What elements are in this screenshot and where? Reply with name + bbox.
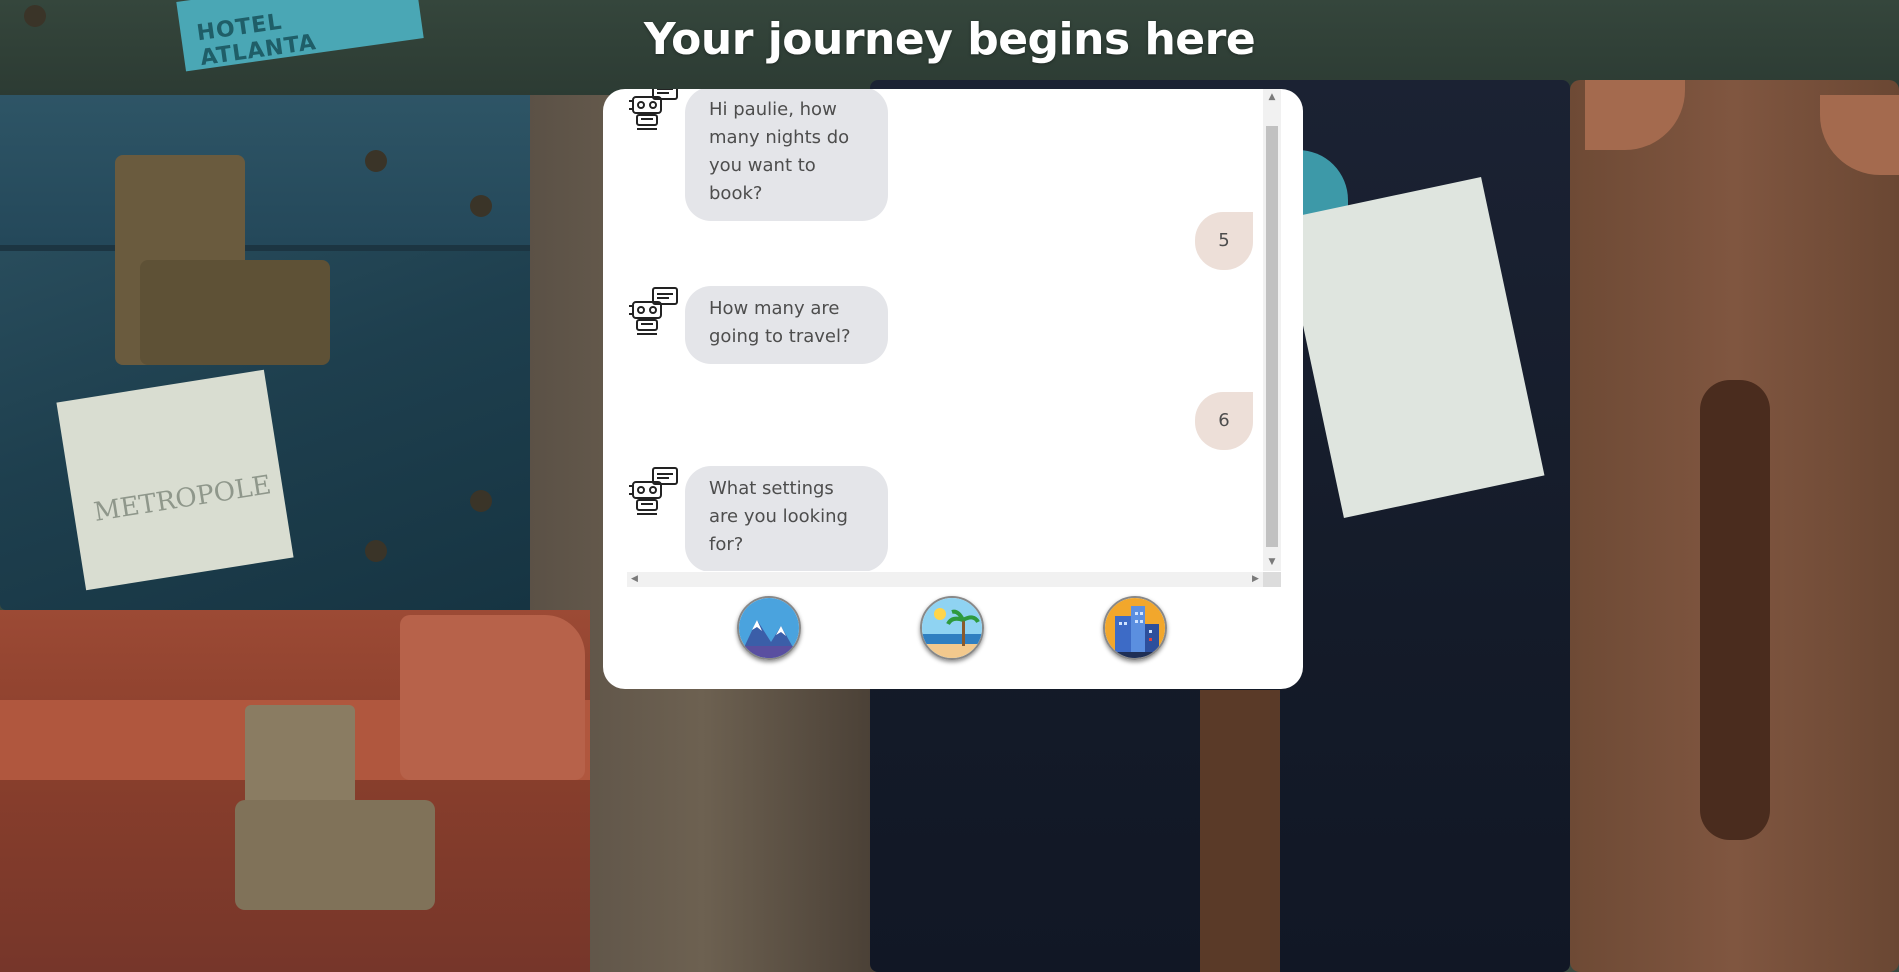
suitcase-red-flap [400,615,585,780]
scroll-right-arrow-icon[interactable]: ▶ [1248,572,1263,587]
suitcase-lock [140,260,330,365]
user-bubble: 6 [1195,392,1253,450]
suitcase-strap [1200,690,1280,972]
suitcase-teal-lid [0,95,540,251]
rivet [365,150,387,172]
setting-choices [603,596,1303,666]
metropole-sticker: METROPOLE [56,369,294,591]
rivet [365,540,387,562]
scroll-up-arrow-icon[interactable]: ▲ [1263,89,1281,106]
horizontal-scrollbar[interactable]: ◀ ▶ [627,572,1263,587]
beach-choice-button[interactable] [920,596,984,660]
city-choice-button[interactable] [1103,596,1167,660]
user-bubble: 5 [1195,212,1253,270]
bot-bubble: Hi paulie, how many nights do you want t… [685,89,888,221]
suitcase-handle [1700,380,1770,840]
scroll-down-arrow-icon[interactable]: ▼ [1263,554,1281,571]
robot-chat-icon [629,467,678,515]
scroll-left-arrow-icon[interactable]: ◀ [627,572,642,587]
bot-bubble: How many are going to travel? [685,286,888,364]
rivet [470,195,492,217]
mountain-icon [739,598,799,658]
city-icon [1105,598,1165,658]
robot-chat-icon [629,89,678,130]
chat-panel: Hi paulie, how many nights do you want t… [603,89,1303,689]
vertical-scrollbar[interactable]: ▲ ▼ [1263,89,1281,571]
scrollbar-thumb[interactable] [1266,126,1278,547]
scrollbar-corner [1263,572,1281,587]
rivet [470,490,492,512]
robot-chat-icon [629,287,678,335]
suitcase-lock [235,800,435,910]
mountain-choice-button[interactable] [737,596,801,660]
bot-bubble: What settings are you looking for? [685,466,888,571]
chat-log[interactable]: Hi paulie, how many nights do you want t… [627,89,1267,571]
page-title: Your journey begins here [643,14,1256,65]
beach-icon [922,598,982,658]
